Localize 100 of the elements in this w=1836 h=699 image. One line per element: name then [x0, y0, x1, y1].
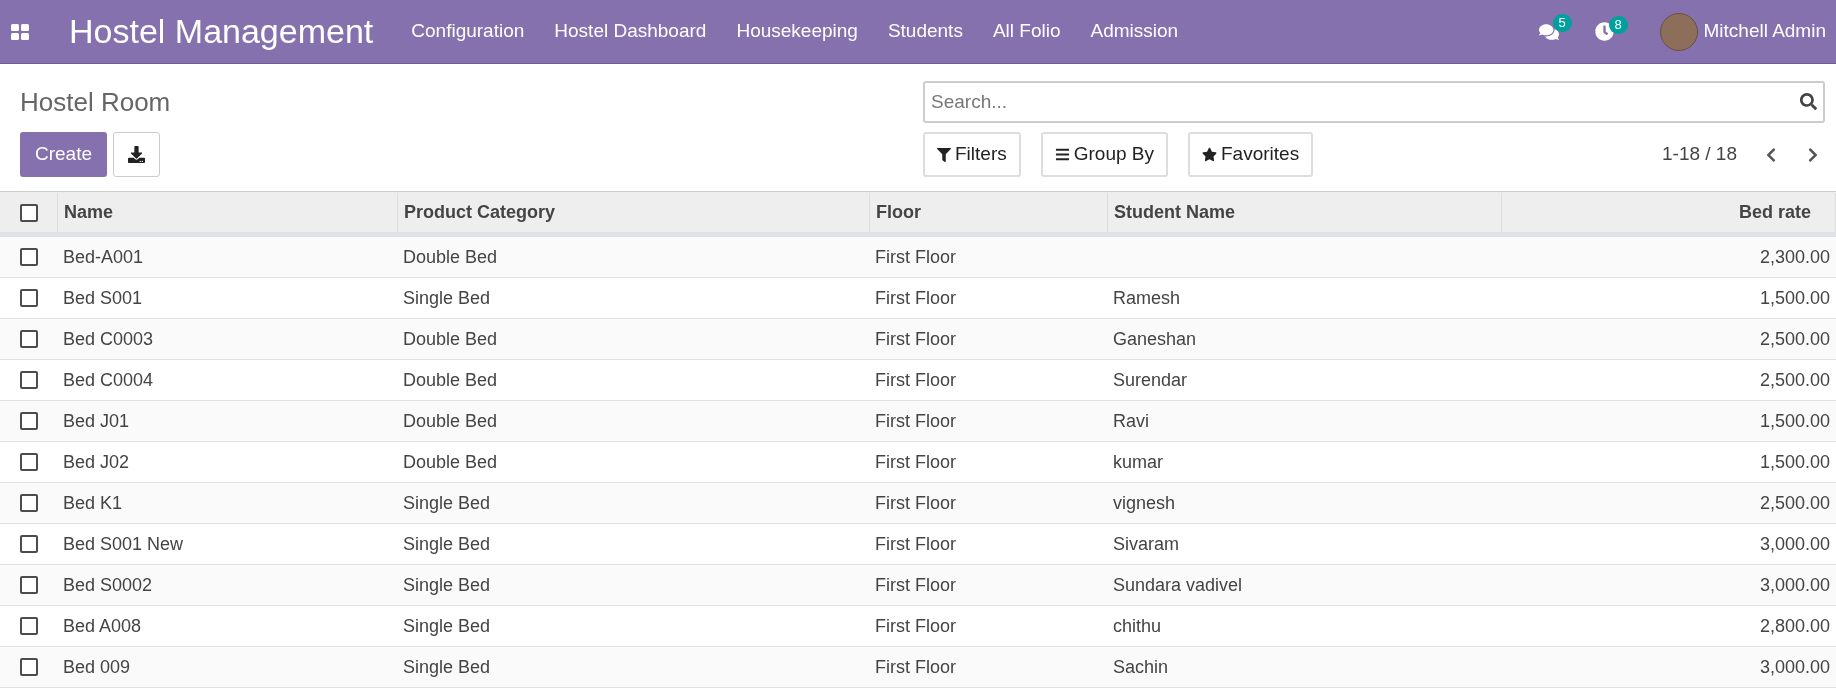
- star-icon: [1202, 147, 1217, 162]
- table-cell-text: First Floor: [875, 450, 956, 474]
- download-icon: [128, 146, 146, 163]
- table-cell-text: Sivaram: [1113, 532, 1179, 556]
- table-cell-text: Bed S001: [63, 286, 143, 310]
- table-cell-text: Double Bed: [403, 327, 498, 351]
- table-cell-text: Single Bed: [403, 655, 491, 679]
- checkbox[interactable]: [20, 330, 38, 348]
- table-cell-text: Single Bed: [403, 614, 491, 638]
- table-cell-text: Bed S001 New: [63, 532, 184, 556]
- table-cell-text: 2,500.00: [1759, 327, 1830, 351]
- table-cell-text: First Floor: [875, 655, 956, 679]
- pager-value[interactable]: 1-18 / 18: [1662, 140, 1737, 169]
- menu-link[interactable]: Housekeeping: [736, 17, 858, 46]
- table-cell-text: Bed C0003: [63, 327, 154, 351]
- table-cell-text: 3,000.00: [1759, 573, 1830, 597]
- table-cell-text: Single Bed: [403, 286, 491, 310]
- table-cell-text: Double Bed: [403, 450, 498, 474]
- table-cell-text: 2,500.00: [1759, 491, 1830, 515]
- table-cell-text: Ganeshan: [1113, 327, 1197, 351]
- count-badge: 5: [1552, 13, 1572, 32]
- checkbox[interactable]: [20, 248, 38, 266]
- table-cell-text: Ravi: [1113, 409, 1149, 433]
- column-header[interactable]: Floor: [870, 193, 1108, 232]
- checkbox[interactable]: [19, 203, 38, 222]
- table-cell-text: 2,500.00: [1759, 368, 1830, 392]
- table-cell-text: vignesh: [1113, 491, 1176, 515]
- table-cell-text: 1,500.00: [1759, 286, 1830, 310]
- checkbox[interactable]: [20, 289, 38, 307]
- checkbox[interactable]: [20, 576, 38, 594]
- user-name[interactable]: Mitchell Admin: [1703, 17, 1826, 46]
- table-cell-text: First Floor: [875, 573, 956, 597]
- table-cell-text: Bed C0004: [63, 368, 154, 392]
- table-cell-text: Double Bed: [403, 245, 498, 269]
- table-cell-text: 1,500.00: [1759, 450, 1830, 474]
- column-header[interactable]: Product Category: [398, 193, 870, 232]
- download-button[interactable]: [113, 132, 161, 177]
- table-cell-text: Bed 009: [63, 655, 131, 679]
- table-cell-text: chithu: [1113, 614, 1162, 638]
- table-row[interactable]: Bed-A001 Double Bed First Floor 2,300.00: [0, 237, 1836, 278]
- apps-grid-icon[interactable]: [11, 23, 29, 40]
- menu-link[interactable]: Configuration: [411, 17, 525, 46]
- table-cell-text: 1,500.00: [1759, 409, 1830, 433]
- table-cell-text: Sachin: [1113, 655, 1169, 679]
- table-cell-text: Double Bed: [403, 409, 498, 433]
- column-header[interactable]: Student Name: [1108, 193, 1502, 232]
- table-cell-text: Bed-A001: [63, 245, 144, 269]
- breadcrumb-title: Hostel Room: [20, 86, 172, 119]
- checkbox[interactable]: [20, 453, 38, 471]
- search-field[interactable]: Search...: [923, 81, 1825, 123]
- create-button[interactable]: Create: [20, 132, 108, 177]
- menu-link[interactable]: Admission: [1090, 17, 1179, 46]
- table-cell-text: Double Bed: [403, 368, 498, 392]
- table-cell-text: Sundara vadivel: [1113, 573, 1243, 597]
- table-row[interactable]: Bed J01 Double Bed First Floor Ravi 1,500.00: [0, 401, 1836, 442]
- app-title[interactable]: Hostel Management: [69, 6, 374, 57]
- table-cell-text: Single Bed: [403, 532, 491, 556]
- checkbox[interactable]: [20, 617, 38, 635]
- table-row[interactable]: Bed K1 Single Bed First Floor vignesh 2,500.00: [0, 483, 1836, 524]
- table-row[interactable]: Bed S0002 Single Bed First Floor Sundara vadivel 3,000.00: [0, 565, 1836, 606]
- table-cell-text: 3,000.00: [1759, 655, 1830, 679]
- clock-icon[interactable]: [1594, 22, 1614, 41]
- table-cell-text: 2,300.00: [1759, 245, 1830, 269]
- checkbox[interactable]: [20, 494, 38, 512]
- table-cell-text: First Floor: [875, 368, 956, 392]
- menu-link[interactable]: All Folio: [992, 17, 1061, 46]
- chat-icon[interactable]: [1538, 21, 1559, 42]
- search-icon[interactable]: [1800, 93, 1817, 110]
- checkbox[interactable]: [20, 371, 38, 389]
- favorites-button[interactable]: Favorites: [1188, 132, 1314, 177]
- table-cell-text: First Floor: [875, 614, 956, 638]
- column-header[interactable]: Bed rate: [1502, 193, 1836, 232]
- table-cell-text: First Floor: [875, 409, 956, 433]
- table-cell-text: First Floor: [875, 491, 956, 515]
- table-cell-text: Bed K1: [63, 491, 123, 515]
- table-cell-text: Ramesh: [1113, 286, 1181, 310]
- table-cell-text: First Floor: [875, 286, 956, 310]
- table-cell-text: Single Bed: [403, 491, 491, 515]
- column-header[interactable]: Name: [58, 193, 398, 232]
- count-badge: 8: [1608, 16, 1628, 34]
- table-cell-text: Bed J01: [63, 409, 130, 433]
- checkbox[interactable]: [20, 412, 38, 430]
- table-row[interactable]: Bed 009 Single Bed First Floor Sachin 3,000.00: [0, 647, 1836, 688]
- menu-link[interactable]: Students: [887, 17, 963, 46]
- table-cell-text: First Floor: [875, 245, 956, 269]
- table-cell-text: Bed S0002: [63, 573, 153, 597]
- table-cell-text: Surendar: [1113, 368, 1188, 392]
- table-cell-text: 2,800.00: [1759, 614, 1830, 638]
- menu-link[interactable]: Hostel Dashboard: [554, 17, 707, 46]
- checkbox[interactable]: [20, 658, 38, 676]
- checkbox[interactable]: [20, 535, 38, 553]
- table-row[interactable]: Bed C0003 Double Bed First Floor Ganeshan 2,500.00: [0, 319, 1836, 360]
- table-cell-text: Bed A008: [63, 614, 142, 638]
- group-by-button[interactable]: Group By: [1040, 132, 1168, 177]
- table-cell-text: 3,000.00: [1759, 532, 1830, 556]
- filter-icon: [937, 147, 951, 162]
- table-cell-text: kumar: [1113, 450, 1163, 474]
- list-icon: [1054, 147, 1070, 162]
- filters-button[interactable]: Filters: [923, 132, 1021, 177]
- table-cell-text: Bed J02: [63, 450, 130, 474]
